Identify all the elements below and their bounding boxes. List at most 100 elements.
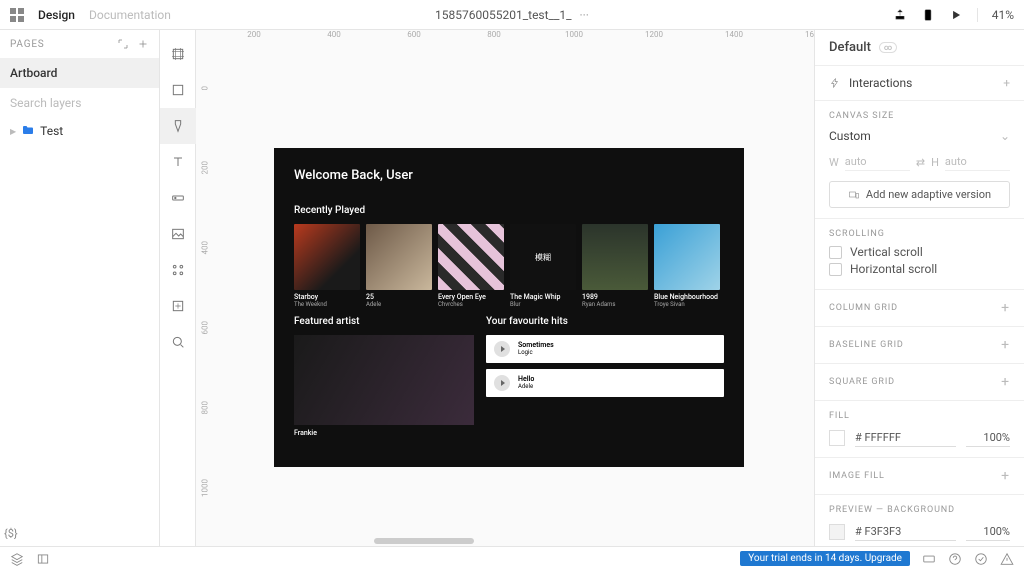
tool-button[interactable] — [160, 180, 196, 216]
add-column-grid-icon[interactable]: + — [1001, 300, 1010, 316]
zoom-indicator[interactable]: 41% — [977, 8, 1014, 22]
layer-label: Test — [40, 124, 63, 138]
canvas-size-select[interactable]: Custom — [829, 129, 1000, 143]
play-icon — [494, 341, 510, 357]
play-icon — [494, 375, 510, 391]
album-cover — [582, 224, 648, 290]
chevron-down-icon: ⌄ — [1000, 129, 1010, 143]
variant-default[interactable]: Default — [829, 40, 871, 55]
tool-draw[interactable]: Draw... — [160, 108, 196, 144]
tab-documentation[interactable]: Documentation — [89, 8, 171, 22]
tool-search[interactable] — [160, 324, 196, 360]
currency-icon[interactable]: {$} — [4, 527, 18, 540]
layers-icon[interactable] — [10, 552, 24, 566]
album-card: Blue NeighbourhoodTroye Sivan — [654, 224, 720, 308]
album-card: 25Adele — [366, 224, 432, 308]
help-icon[interactable] — [948, 552, 962, 566]
horizontal-scroll-checkbox[interactable]: Horizontal scroll — [829, 262, 1010, 276]
warn-icon[interactable] — [1000, 552, 1014, 566]
width-input[interactable]: auto — [845, 153, 910, 171]
tool-rail: Draw... — [160, 30, 196, 546]
layer-caret-icon[interactable]: ▶ — [10, 127, 16, 136]
search-layers-input[interactable] — [10, 96, 166, 110]
check-icon[interactable] — [974, 552, 988, 566]
expand-icon[interactable] — [117, 38, 129, 50]
fill-hex-input[interactable]: # FFFFFF — [855, 429, 956, 447]
ruler-horizontal: 20040060080010001200140016001800 — [214, 30, 814, 48]
tool-rectangle[interactable] — [160, 72, 196, 108]
left-panel: PAGES Artboard ▶ Test — [0, 30, 160, 546]
keyboard-icon[interactable] — [922, 552, 936, 566]
tool-hotspot[interactable] — [160, 288, 196, 324]
mock-featured-name: Frankie — [294, 429, 474, 437]
add-image-fill-icon[interactable]: + — [1001, 468, 1010, 484]
preview-bg-hex-input[interactable]: # F3F3F3 — [855, 523, 956, 541]
tab-design[interactable]: Design — [38, 8, 75, 22]
devices-icon — [848, 189, 860, 201]
album-artist: Adele — [366, 302, 432, 309]
layer-test[interactable]: ▶ Test — [10, 124, 149, 138]
album-cover — [654, 224, 720, 290]
add-square-grid-icon[interactable]: + — [1001, 374, 1010, 390]
folder-icon — [22, 124, 34, 138]
trial-pill[interactable]: Your trial ends in 14 days. Upgrade — [740, 551, 910, 566]
ruler-vertical: 0200400600800100012001400 — [196, 48, 214, 546]
swap-icon[interactable]: ⇄ — [916, 156, 925, 169]
baseline-grid-label[interactable]: BASELINE GRID — [829, 340, 904, 350]
app-menu-icon[interactable] — [10, 8, 24, 22]
mock-recently-title: Recently Played — [294, 205, 724, 216]
panel-icon[interactable] — [36, 552, 50, 566]
fill-pct-input[interactable]: 100% — [966, 429, 1010, 447]
canvas[interactable]: 20040060080010001200140016001800 0200400… — [196, 30, 814, 546]
mock-welcome: Welcome Back, User — [294, 168, 724, 183]
topbar: Design Documentation 1585760055201_test_… — [0, 0, 1024, 30]
height-input[interactable]: auto — [945, 153, 1010, 171]
tool-component[interactable] — [160, 252, 196, 288]
tool-frame[interactable] — [160, 36, 196, 72]
square-grid-label[interactable]: SQUARE GRID — [829, 377, 895, 387]
mock-featured-image — [294, 335, 474, 425]
album-artist: Ryan Adams — [582, 302, 648, 309]
fill-swatch[interactable] — [829, 430, 845, 446]
preview-bg-swatch[interactable] — [829, 524, 845, 540]
album-cover — [510, 224, 576, 290]
hit-row: SometimesLogic — [486, 335, 724, 363]
add-adaptive-button[interactable]: Add new adaptive version — [829, 181, 1010, 208]
add-page-icon[interactable] — [137, 38, 149, 50]
horizontal-scrollbar[interactable] — [374, 538, 474, 544]
tool-text[interactable] — [160, 144, 196, 180]
fill-label: FILL — [829, 411, 850, 421]
width-label: W — [829, 156, 839, 169]
variant-badge: ∞ — [879, 42, 897, 53]
filename-text: 1585760055201_test__1_ — [435, 8, 571, 22]
album-card: StarboyThe Weeknd — [294, 224, 360, 308]
album-card: 1989Ryan Adams — [582, 224, 648, 308]
add-baseline-grid-icon[interactable]: + — [1001, 337, 1010, 353]
vertical-scroll-checkbox[interactable]: Vertical scroll — [829, 245, 1010, 259]
mock-featured-title: Featured artist — [294, 316, 474, 327]
play-icon[interactable] — [949, 8, 963, 22]
canvas-size-label: CANVAS SIZE — [829, 111, 894, 121]
share-icon[interactable] — [893, 8, 907, 22]
album-artist: The Weeknd — [294, 302, 360, 309]
album-cover — [294, 224, 360, 290]
device-icon[interactable] — [921, 8, 935, 22]
bolt-icon — [829, 77, 841, 89]
filename[interactable]: 1585760055201_test__1_ ··· — [435, 8, 589, 22]
add-interaction-icon[interactable]: + — [1003, 76, 1010, 90]
column-grid-label[interactable]: COLUMN GRID — [829, 303, 898, 313]
ruler-corner — [196, 30, 214, 48]
preview-bg-pct-input[interactable]: 100% — [966, 523, 1010, 541]
filename-more-icon[interactable]: ··· — [580, 8, 589, 22]
page-artboard[interactable]: Artboard — [0, 58, 159, 88]
interactions-label[interactable]: Interactions — [849, 76, 912, 90]
hit-row: HelloAdele — [486, 369, 724, 397]
status-bar: Your trial ends in 14 days. Upgrade — [0, 546, 1024, 570]
scrolling-label: SCROLLING — [829, 229, 885, 239]
right-panel: Default ∞ Interactions + CANVAS SIZE Cus… — [814, 30, 1024, 546]
artboard-mock[interactable]: Welcome Back, User Recently Played Starb… — [274, 148, 744, 467]
preview-bg-label: PREVIEW — BACKGROUND — [829, 505, 955, 515]
album-card: The Magic WhipBlur — [510, 224, 576, 308]
tool-image[interactable] — [160, 216, 196, 252]
image-fill-label[interactable]: IMAGE FILL — [829, 471, 885, 481]
